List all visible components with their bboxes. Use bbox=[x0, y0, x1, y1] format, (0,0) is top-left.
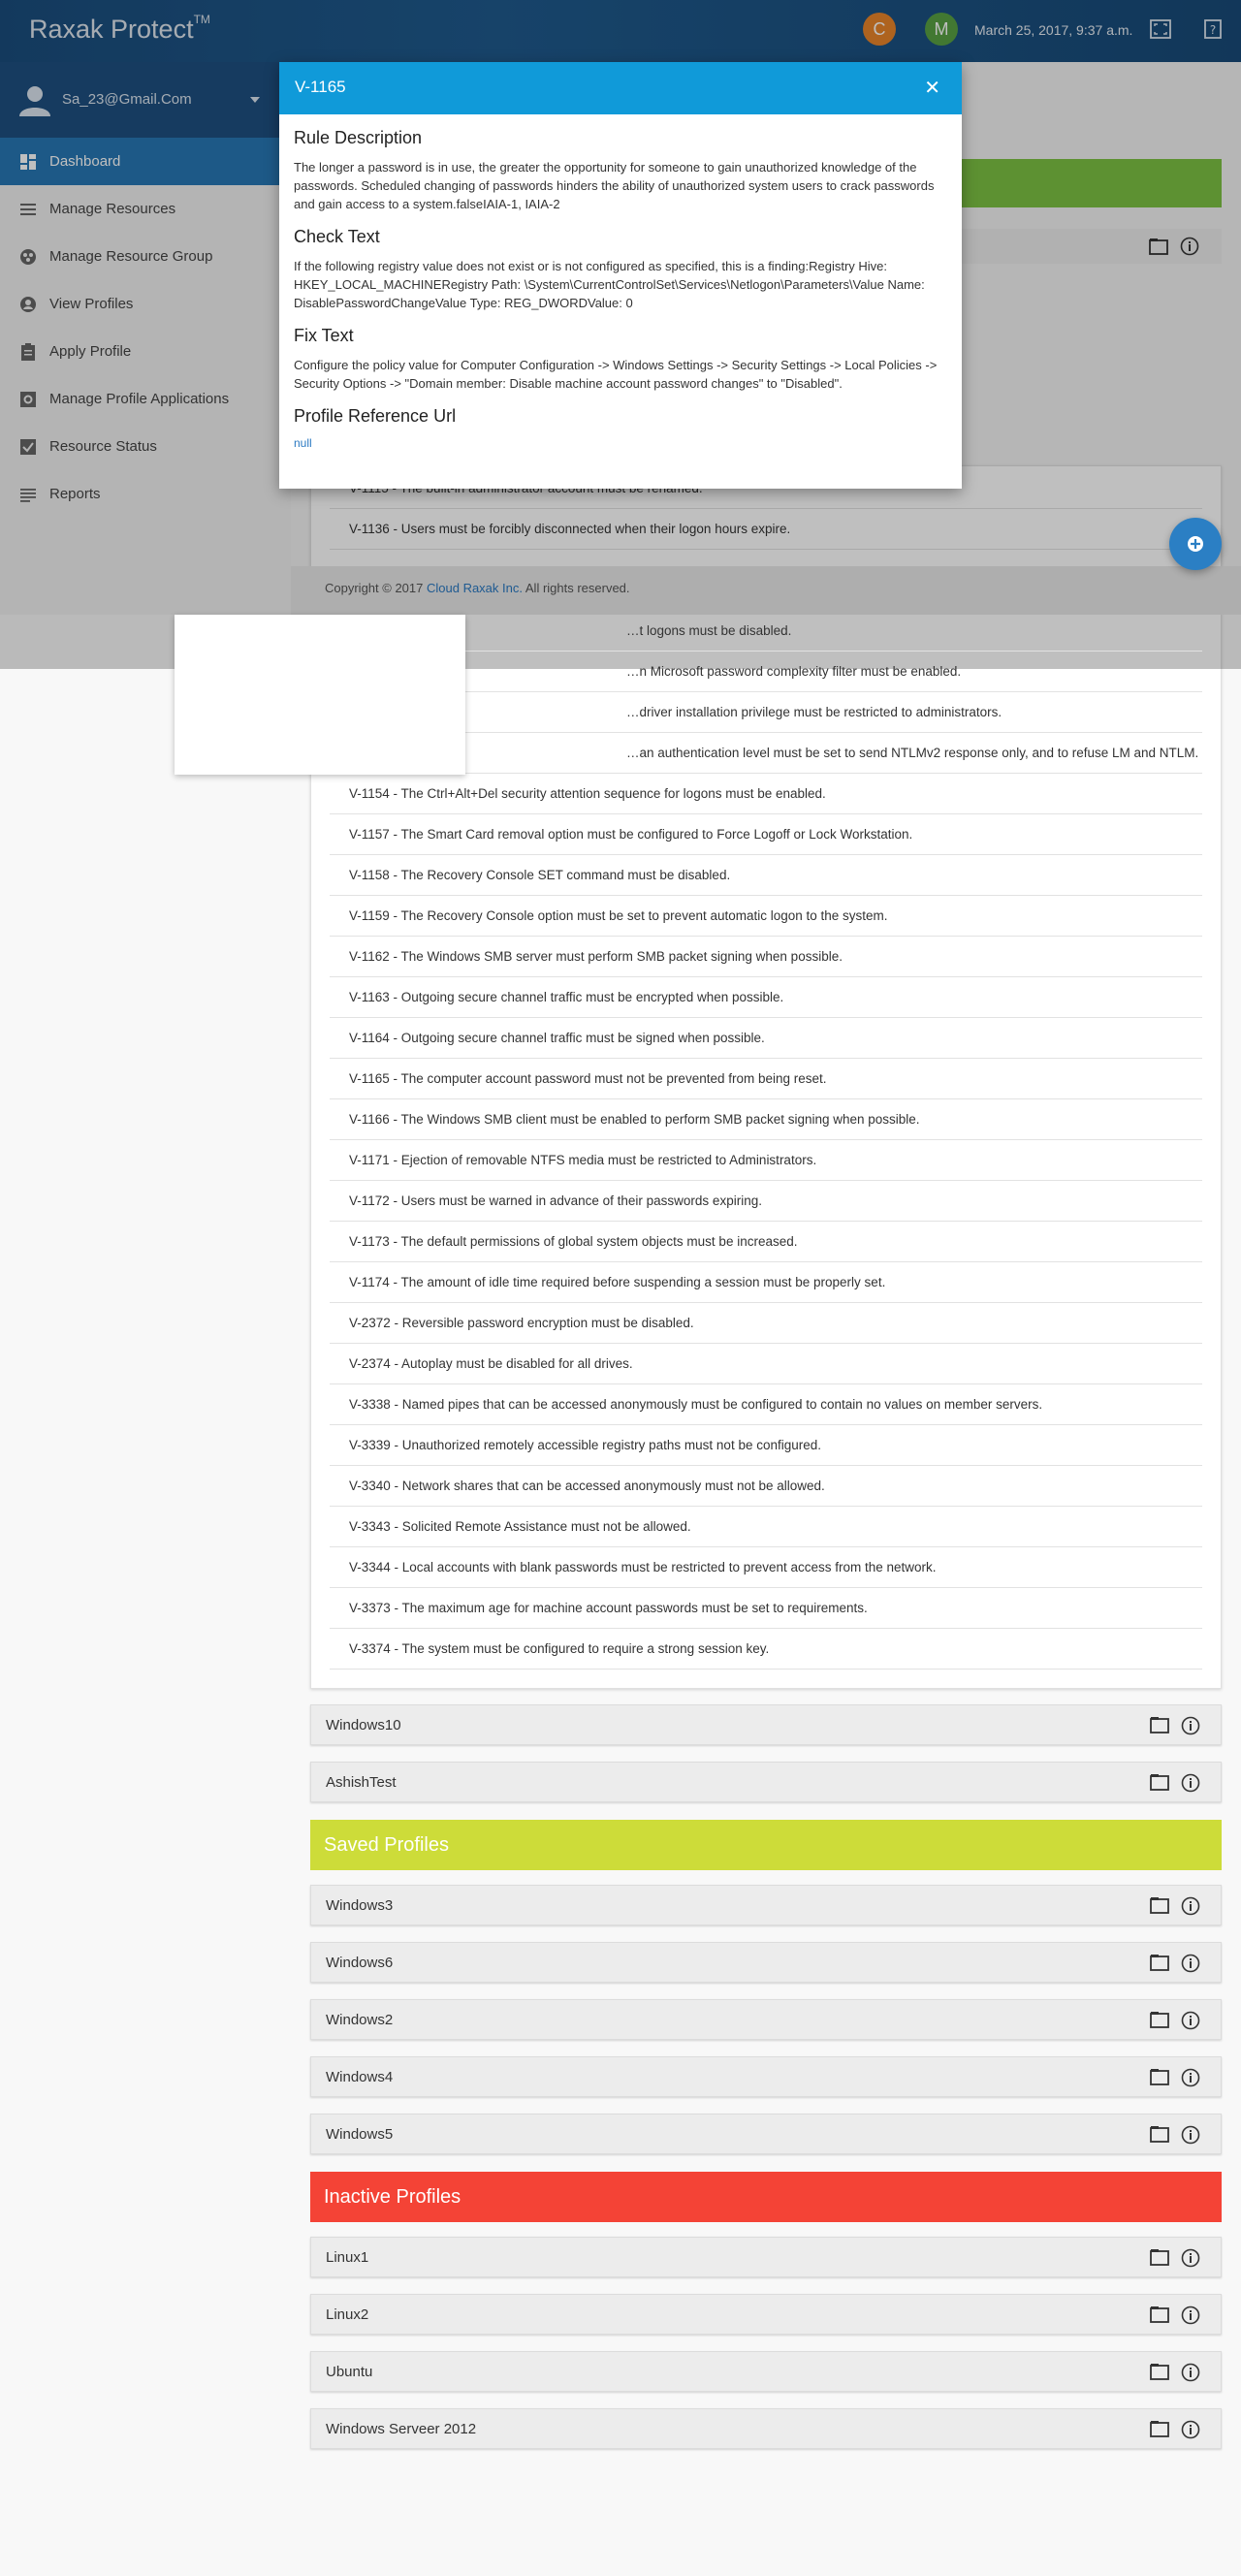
rule-item[interactable]: V-3343 - Solicited Remote Assistance mus… bbox=[330, 1507, 1202, 1547]
saved-profiles-header: Saved Profiles bbox=[310, 1820, 1222, 1870]
rule-item[interactable]: V-1172 - Users must be warned in advance… bbox=[330, 1181, 1202, 1222]
rule-description-heading: Rule Description bbox=[294, 128, 423, 147]
modal-body: Rule Description The longer a password i… bbox=[279, 114, 962, 450]
info-icon[interactable] bbox=[1181, 1716, 1200, 1735]
modal-title: V-1165 bbox=[295, 78, 346, 96]
close-icon[interactable]: ✕ bbox=[924, 76, 940, 99]
profile-row[interactable]: AshishTest bbox=[310, 1762, 1222, 1802]
profile-row[interactable]: Windows4 bbox=[310, 2056, 1222, 2097]
profile-name: Windows10 bbox=[326, 1717, 401, 1733]
profile-name: Linux2 bbox=[326, 2306, 369, 2323]
add-fab-button[interactable] bbox=[1169, 518, 1222, 570]
info-icon[interactable] bbox=[1181, 2125, 1200, 2145]
profile-name: AshishTest bbox=[326, 1774, 397, 1791]
check-text-heading: Check Text bbox=[294, 227, 380, 246]
rule-item[interactable]: V-1163 - Outgoing secure channel traffic… bbox=[330, 977, 1202, 1018]
rule-item[interactable]: V-1174 - The amount of idle time require… bbox=[330, 1262, 1202, 1303]
folder-icon[interactable] bbox=[1150, 2125, 1169, 2143]
profile-row[interactable]: Linux2 bbox=[310, 2294, 1222, 2335]
rule-item[interactable]: V-3340 - Network shares that can be acce… bbox=[330, 1466, 1202, 1507]
profile-reference-url-link[interactable]: null bbox=[294, 436, 946, 450]
profile-row[interactable]: Windows3 bbox=[310, 1885, 1222, 1925]
fix-text-text: Configure the policy value for Computer … bbox=[294, 358, 938, 391]
rule-item[interactable]: V-3339 - Unauthorized remotely accessibl… bbox=[330, 1425, 1202, 1466]
rule-item[interactable]: V-1157 - The Smart Card removal option m… bbox=[330, 814, 1202, 855]
folder-icon[interactable] bbox=[1150, 2306, 1169, 2323]
modal-header: V-1165 ✕ bbox=[279, 62, 962, 114]
profile-row[interactable]: Windows5 bbox=[310, 2114, 1222, 2154]
rule-item[interactable]: V-1171 - Ejection of removable NTFS medi… bbox=[330, 1140, 1202, 1181]
profile-row[interactable]: Windows6 bbox=[310, 1942, 1222, 1983]
folder-icon[interactable] bbox=[1150, 2363, 1169, 2380]
profile-name: Windows4 bbox=[326, 2069, 394, 2085]
rule-item[interactable]: V-3338 - Named pipes that can be accesse… bbox=[330, 1384, 1202, 1425]
info-icon[interactable] bbox=[1181, 1954, 1200, 1973]
info-icon[interactable] bbox=[1181, 1896, 1200, 1916]
profile-name: Windows2 bbox=[326, 2012, 394, 2028]
rule-item[interactable]: V-1162 - The Windows SMB server must per… bbox=[330, 937, 1202, 977]
folder-icon[interactable] bbox=[1150, 1773, 1169, 1791]
rule-detail-modal: V-1165 ✕ Rule Description The longer a p… bbox=[279, 62, 962, 489]
inactive-profiles-header: Inactive Profiles bbox=[310, 2172, 1222, 2222]
rule-item[interactable]: V-1173 - The default permissions of glob… bbox=[330, 1222, 1202, 1262]
profile-row[interactable]: Ubuntu bbox=[310, 2351, 1222, 2392]
profile-name: Windows5 bbox=[326, 2126, 394, 2143]
rule-item[interactable]: V-1165 - The computer account password m… bbox=[330, 1059, 1202, 1099]
profile-name: Windows6 bbox=[326, 1955, 394, 1971]
profile-name: Ubuntu bbox=[326, 2364, 373, 2380]
rule-item[interactable]: V-1164 - Outgoing secure channel traffic… bbox=[330, 1018, 1202, 1059]
profile-name: Windows3 bbox=[326, 1897, 394, 1914]
rule-item[interactable]: V-2374 - Autoplay must be disabled for a… bbox=[330, 1344, 1202, 1384]
profile-name: Linux1 bbox=[326, 2249, 369, 2266]
profile-reference-url-heading: Profile Reference Url bbox=[294, 406, 457, 426]
section-title: Saved Profiles bbox=[324, 1834, 449, 1856]
profile-row[interactable]: Linux1 bbox=[310, 2237, 1222, 2277]
folder-icon[interactable] bbox=[1150, 1896, 1169, 1914]
folder-icon[interactable] bbox=[1150, 2248, 1169, 2266]
rule-item[interactable]: V-1166 - The Windows SMB client must be … bbox=[330, 1099, 1202, 1140]
info-icon[interactable] bbox=[1181, 2306, 1200, 2325]
section-title: Inactive Profiles bbox=[324, 2186, 461, 2208]
rule-item[interactable]: V-1154 - The Ctrl+Alt+Del security atten… bbox=[330, 774, 1202, 814]
folder-icon[interactable] bbox=[1150, 1716, 1169, 1733]
rule-item[interactable]: V-3344 - Local accounts with blank passw… bbox=[330, 1547, 1202, 1588]
info-icon[interactable] bbox=[1181, 2420, 1200, 2439]
folder-icon[interactable] bbox=[1150, 2068, 1169, 2085]
folder-icon[interactable] bbox=[1150, 2420, 1169, 2437]
fix-text-heading: Fix Text bbox=[294, 326, 354, 345]
rule-description-text: The longer a password is in use, the gre… bbox=[294, 160, 935, 211]
info-icon[interactable] bbox=[1181, 2068, 1200, 2087]
info-icon[interactable] bbox=[1181, 2248, 1200, 2268]
profile-row[interactable]: Windows10 bbox=[310, 1704, 1222, 1745]
profile-row[interactable]: Windows2 bbox=[310, 1999, 1222, 2040]
profile-row[interactable]: Windows Serveer 2012 bbox=[310, 2408, 1222, 2449]
rule-item[interactable]: V-1158 - The Recovery Console SET comman… bbox=[330, 855, 1202, 896]
rule-item[interactable]: V-3373 - The maximum age for machine acc… bbox=[330, 1588, 1202, 1629]
info-icon[interactable] bbox=[1181, 2363, 1200, 2382]
folder-icon[interactable] bbox=[1150, 1954, 1169, 1971]
info-icon[interactable] bbox=[1181, 1773, 1200, 1793]
folder-icon[interactable] bbox=[1150, 2011, 1169, 2028]
check-text-text: If the following registry value does not… bbox=[294, 259, 925, 310]
profile-name: Windows Serveer 2012 bbox=[326, 2421, 477, 2437]
info-icon[interactable] bbox=[1181, 2011, 1200, 2030]
rule-item[interactable]: V-2372 - Reversible password encryption … bbox=[330, 1303, 1202, 1344]
rule-item[interactable]: V-3374 - The system must be configured t… bbox=[330, 1629, 1202, 1670]
rule-item[interactable]: V-1159 - The Recovery Console option mus… bbox=[330, 896, 1202, 937]
add-icon bbox=[1188, 536, 1203, 552]
dropdown-panel bbox=[175, 615, 465, 775]
